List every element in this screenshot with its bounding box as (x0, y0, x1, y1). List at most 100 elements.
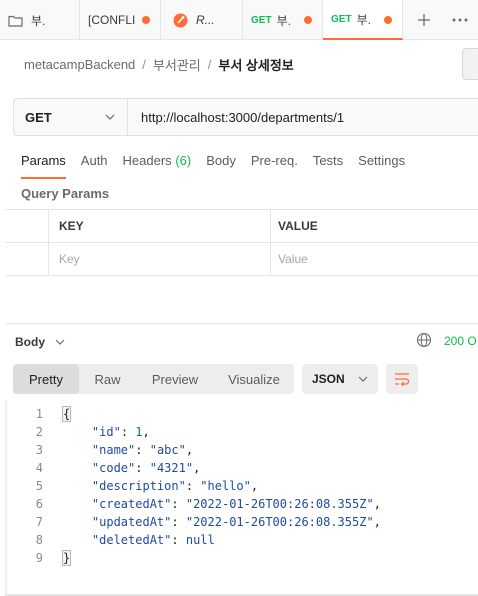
headers-count: (6) (175, 153, 192, 168)
code-line: 2 "id": 1, (0, 423, 478, 441)
breadcrumb: metacampBackend / 부서관리 / 부서 상세정보 (24, 55, 294, 74)
column-value: VALUE (278, 219, 318, 233)
query-params-table: KEY VALUE Key Value (5, 209, 478, 276)
column-key: KEY (49, 210, 271, 242)
unsaved-dot (142, 16, 150, 24)
code-line: 9} (0, 549, 478, 567)
json-value: "4321" (149, 461, 194, 475)
tab-params[interactable]: Params (21, 151, 66, 179)
format-value: JSON (312, 372, 345, 386)
code-line: 5 "description": "hello", (0, 477, 478, 495)
table-row: Key Value (5, 243, 478, 276)
request-bar: GET http://localhost:3000/departments/1 (13, 98, 478, 136)
line-number: 8 (35, 533, 43, 547)
url-input[interactable]: http://localhost:3000/departments/1 (128, 99, 344, 135)
tab-prereq[interactable]: Pre-req. (251, 151, 298, 179)
json-key: "name" (91, 443, 136, 457)
tab-headers[interactable]: Headers (6) (123, 151, 192, 179)
view-pretty[interactable]: Pretty (13, 364, 79, 394)
breadcrumb-separator: / (142, 57, 146, 72)
code-line: 6 "createdAt": "2022-01-26T00:26:08.355Z… (0, 495, 478, 513)
tab-body[interactable]: Body (206, 151, 236, 179)
request-name[interactable]: 부서 상세정보 (218, 55, 293, 74)
response-view-switcher: Pretty Raw Preview Visualize (13, 364, 294, 394)
json-value: "2022-01-26T00:26:08.355Z" (185, 515, 374, 529)
format-select[interactable]: JSON (302, 364, 378, 394)
new-tab-button[interactable] (410, 0, 438, 40)
breadcrumb-separator: / (207, 57, 212, 72)
tab-auth[interactable]: Auth (81, 151, 108, 179)
tab-label: 부. (356, 12, 371, 27)
json-key: "code" (91, 461, 136, 475)
json-key: "updatedAt" (91, 515, 172, 529)
tab-folder[interactable]: 부. (0, 0, 80, 40)
response-body-editor[interactable]: 1{ 2 "id": 1, 3 "name": "abc", 4 "code":… (0, 405, 478, 567)
view-raw[interactable]: Raw (79, 364, 136, 394)
json-value: 1 (135, 425, 143, 439)
wrap-icon (395, 373, 410, 386)
request-tabs: Params Auth Headers (6) Body Pre-req. Te… (21, 151, 420, 179)
json-value: "hello" (200, 479, 251, 493)
tab-label: R... (196, 13, 215, 27)
tab-get-request[interactable]: GET 부. (243, 0, 323, 40)
tab-label: [CONFLI (88, 13, 136, 27)
unsaved-dot (384, 16, 392, 24)
line-number: 7 (35, 515, 43, 529)
json-brace: } (61, 550, 72, 566)
save-button[interactable] (462, 48, 478, 80)
tab-method: GET (251, 14, 272, 26)
table-header-row: KEY VALUE (5, 210, 478, 243)
json-key: "deletedAt" (91, 533, 172, 547)
tab-conflict[interactable]: [CONFLI (80, 0, 161, 40)
json-key: "createdAt" (91, 497, 172, 511)
checkbox-column (5, 210, 49, 242)
folder-icon (8, 14, 23, 27)
tab-request[interactable]: R... (161, 0, 243, 40)
tab-settings[interactable]: Settings (358, 151, 405, 179)
code-line: 1{ (0, 405, 478, 423)
row-checkbox[interactable] (5, 243, 49, 275)
unsaved-dot (304, 16, 312, 24)
status-code[interactable]: 200 O (444, 334, 477, 348)
query-params-title: Query Params (21, 186, 110, 201)
code-line: 4 "code": "4321", (0, 459, 478, 477)
breadcrumb-folder[interactable]: 부서관리 (153, 55, 201, 74)
code-line: 7 "updatedAt": "2022-01-26T00:26:08.355Z… (0, 513, 478, 531)
plus-icon (418, 14, 430, 26)
globe-icon[interactable] (416, 332, 432, 348)
line-number: 3 (35, 443, 43, 457)
chevron-down-icon (358, 376, 368, 382)
line-number: 4 (35, 461, 43, 475)
tab-headers-label: Headers (122, 153, 172, 168)
request-tab-bar: 부. [CONFLI R... GET 부. GET 부. (0, 0, 478, 40)
method-select[interactable]: GET (14, 99, 128, 135)
code-line: 3 "name": "abc", (0, 441, 478, 459)
more-icon (452, 18, 468, 22)
json-brace: { (61, 406, 72, 422)
response-bar: Body 200 O (15, 332, 478, 352)
code-line: 8 "deletedAt": null (0, 531, 478, 549)
tab-method: GET (331, 13, 352, 25)
param-key-input[interactable]: Key (49, 243, 271, 275)
tab-label: 부. (276, 13, 291, 28)
line-number: 1 (35, 407, 43, 421)
chevron-down-icon (105, 114, 115, 120)
json-key: "description" (91, 479, 186, 493)
breadcrumb-collection[interactable]: metacampBackend (24, 57, 135, 72)
json-key: "id" (91, 425, 121, 439)
tab-options-button[interactable] (446, 0, 474, 40)
line-number: 9 (35, 551, 43, 565)
tab-label: 부. (31, 13, 46, 28)
view-preview[interactable]: Preview (136, 364, 214, 394)
divider (5, 276, 478, 324)
view-visualize[interactable]: Visualize (214, 364, 294, 394)
chevron-down-icon[interactable] (55, 339, 65, 345)
json-value: null (185, 533, 215, 547)
line-number: 2 (35, 425, 43, 439)
line-number: 6 (35, 497, 43, 511)
wrap-lines-button[interactable] (386, 364, 418, 394)
tab-get-request-active[interactable]: GET 부. (323, 0, 403, 40)
tab-tests[interactable]: Tests (313, 151, 343, 179)
param-value-input[interactable]: Value (271, 243, 478, 275)
response-body-label[interactable]: Body (15, 335, 45, 349)
